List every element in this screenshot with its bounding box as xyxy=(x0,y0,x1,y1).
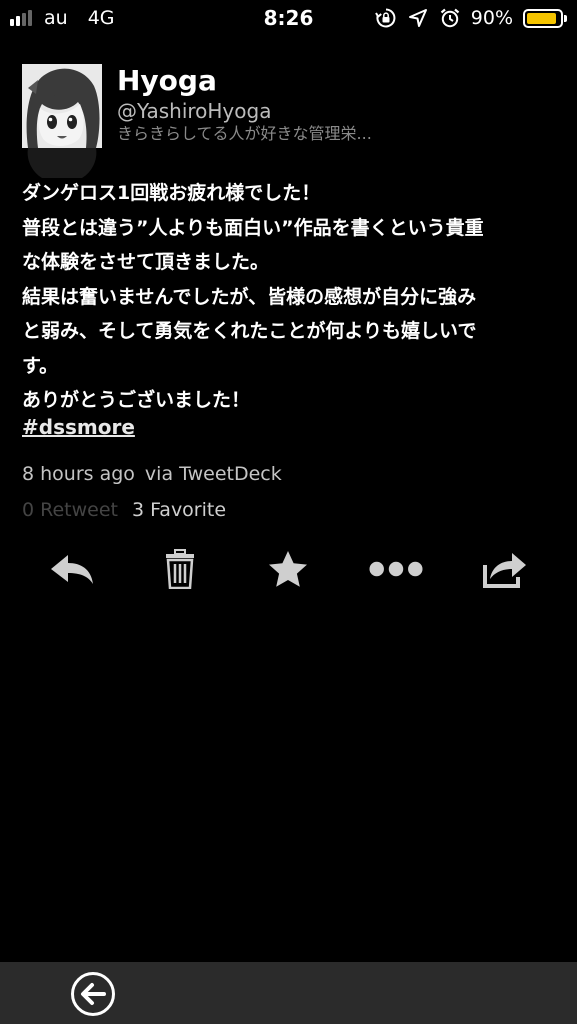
back-icon xyxy=(71,972,115,1016)
hashtag-link[interactable]: #dssmore xyxy=(22,412,135,442)
favorite-count[interactable]: 3 Favorite xyxy=(132,499,226,521)
retweet-count[interactable]: 0 Retweet xyxy=(22,499,118,521)
more-icon xyxy=(369,561,423,577)
tweet-line: と弱み、そして勇気をくれたことが何よりも嬉しいで xyxy=(22,320,477,342)
action-bar xyxy=(0,544,577,594)
reply-icon xyxy=(51,555,93,584)
tweet-meta: 8 hours ago via TweetDeck xyxy=(22,460,282,488)
via-client[interactable]: via TweetDeck xyxy=(145,463,282,485)
status-bar: au 4G 8:26 90% xyxy=(0,0,577,38)
favorite-icon xyxy=(269,551,307,587)
battery-percentage: 90% xyxy=(470,7,513,29)
tweet-text: ダンゲロス1回戦お疲れ様でした！ 普段とは違う”人よりも面白い”作品を書くという… xyxy=(22,176,552,418)
tweet-line: 普段とは違う”人よりも面白い”作品を書くという貴重 xyxy=(22,216,484,239)
location-arrow-icon xyxy=(408,9,427,27)
tweet-line: ダンゲロス1回戦お疲れ様でした！ xyxy=(22,182,321,204)
timestamp: 8 hours ago xyxy=(22,463,135,485)
favorite-button[interactable] xyxy=(261,544,315,594)
orientation-lock-icon xyxy=(374,8,396,28)
battery-icon xyxy=(523,8,567,28)
user-bio: きらきらしてる人が好きな管理栄... xyxy=(117,124,372,143)
alarm-icon xyxy=(440,8,459,28)
avatar[interactable] xyxy=(22,64,102,178)
tweet-line: 結果は奮いませんでしたが、皆様の感想が自分に強み xyxy=(22,285,477,308)
tweet-counts: 0 Retweet 3 Favorite xyxy=(22,496,226,524)
tweet-line: す。 xyxy=(22,354,59,377)
back-button[interactable] xyxy=(70,971,116,1017)
reply-button[interactable] xyxy=(45,544,99,594)
delete-button[interactable] xyxy=(153,544,207,594)
display-name[interactable]: Hyoga xyxy=(117,64,217,98)
more-button[interactable] xyxy=(369,544,423,594)
user-handle[interactable]: @YashiroHyoga xyxy=(117,99,271,123)
bottom-toolbar xyxy=(0,962,577,1024)
share-icon xyxy=(483,553,526,588)
tweet-line: な体験をさせて頂きました。 xyxy=(22,251,270,273)
delete-icon xyxy=(166,549,194,589)
share-button[interactable] xyxy=(478,544,532,594)
